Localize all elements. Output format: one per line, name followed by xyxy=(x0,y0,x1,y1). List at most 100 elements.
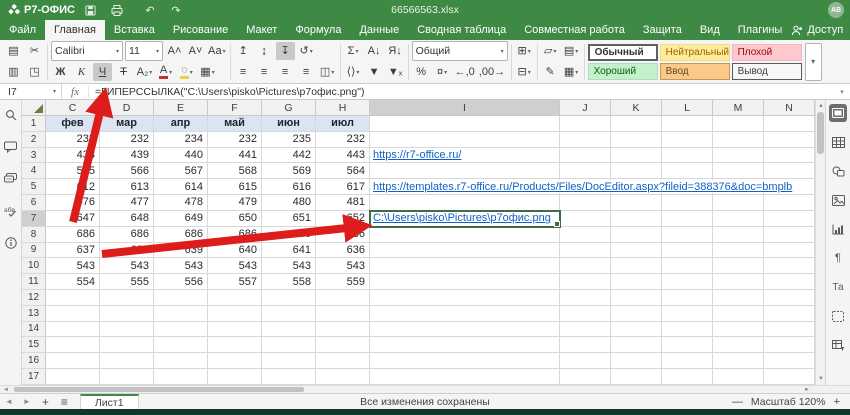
percent-style-button[interactable]: % xyxy=(412,63,431,81)
cell-N6[interactable] xyxy=(764,195,815,211)
cell-G5[interactable]: 616 xyxy=(262,179,316,195)
cell-M6[interactable] xyxy=(713,195,764,211)
cell-C14[interactable] xyxy=(46,322,100,338)
cell-E12[interactable] xyxy=(154,290,208,306)
filter-button[interactable]: ▼ xyxy=(365,63,384,81)
cell-N12[interactable] xyxy=(764,290,815,306)
select-all-button[interactable]: ◳ xyxy=(25,63,44,81)
cell-F15[interactable] xyxy=(208,337,262,353)
cell-D6[interactable]: 477 xyxy=(100,195,154,211)
cell-hyperlink[interactable]: https://templates.r7-office.ru/Products/… xyxy=(371,180,794,193)
column-header-n[interactable]: N xyxy=(764,100,815,116)
cell-F13[interactable] xyxy=(208,306,262,322)
cell-L11[interactable] xyxy=(662,274,713,290)
cell-K3[interactable] xyxy=(611,148,662,164)
cell-H15[interactable] xyxy=(316,337,370,353)
cell-L3[interactable] xyxy=(662,148,713,164)
clear-button[interactable]: ▱▾ xyxy=(541,42,560,60)
row-header-16[interactable]: 16 xyxy=(22,353,46,369)
cell-L2[interactable] xyxy=(662,132,713,148)
cell-F10[interactable]: 543 xyxy=(208,258,262,274)
menu-tab-home[interactable]: Главная xyxy=(45,20,105,40)
row-header-9[interactable]: 9 xyxy=(22,243,46,259)
cell-F8[interactable]: 686 xyxy=(208,227,262,243)
font-size-select[interactable]: 11▾ xyxy=(125,41,163,61)
cell-G6[interactable]: 480 xyxy=(262,195,316,211)
cell-N2[interactable] xyxy=(764,132,815,148)
cell-style-chip[interactable]: Ввод xyxy=(660,63,730,80)
row-header-2[interactable]: 2 xyxy=(22,132,46,148)
cell-H6[interactable]: 481 xyxy=(316,195,370,211)
cell-D2[interactable]: 232 xyxy=(100,132,154,148)
undo-button[interactable]: ↶ xyxy=(137,4,163,17)
cell-I3[interactable]: https://r7-office.ru/ xyxy=(370,148,560,164)
cell-K17[interactable] xyxy=(611,369,662,385)
cell-E7[interactable]: 649 xyxy=(154,211,208,227)
cell-C17[interactable] xyxy=(46,369,100,385)
menu-tab-plugins[interactable]: Плагины xyxy=(729,20,792,40)
previous-sheet-button[interactable]: ◄ xyxy=(0,397,18,406)
cell-J6[interactable] xyxy=(560,195,611,211)
cell-G8[interactable]: 686 xyxy=(262,227,316,243)
cell-E5[interactable]: 614 xyxy=(154,179,208,195)
paste-button[interactable]: ▤ xyxy=(4,42,23,60)
cell-C8[interactable]: 686 xyxy=(46,227,100,243)
cell-J2[interactable] xyxy=(560,132,611,148)
cell-N10[interactable] xyxy=(764,258,815,274)
cell-L4[interactable] xyxy=(662,163,713,179)
cell-E17[interactable] xyxy=(154,369,208,385)
cell-C5[interactable]: 612 xyxy=(46,179,100,195)
cell-D11[interactable]: 555 xyxy=(100,274,154,290)
cell-H14[interactable] xyxy=(316,322,370,338)
italic-button[interactable]: К xyxy=(72,63,91,81)
format-painter-button[interactable]: ✎ xyxy=(541,63,560,81)
cell-F11[interactable]: 557 xyxy=(208,274,262,290)
paragraph-settings-button[interactable]: ¶ xyxy=(829,249,847,267)
cell-F6[interactable]: 479 xyxy=(208,195,262,211)
cell-J7[interactable] xyxy=(560,211,611,227)
zoom-out-button[interactable]: — xyxy=(732,396,743,408)
cell-M11[interactable] xyxy=(713,274,764,290)
cell-F12[interactable] xyxy=(208,290,262,306)
cell-E2[interactable]: 234 xyxy=(154,132,208,148)
row-header-5[interactable]: 5 xyxy=(22,179,46,195)
row-header-17[interactable]: 17 xyxy=(22,369,46,385)
cell-E9[interactable]: 639 xyxy=(154,243,208,259)
cell-M12[interactable] xyxy=(713,290,764,306)
cell-C7[interactable]: 647 xyxy=(46,211,100,227)
cell-D12[interactable] xyxy=(100,290,154,306)
row-header-11[interactable]: 11 xyxy=(22,274,46,290)
cell-E8[interactable]: 686 xyxy=(154,227,208,243)
cell-J15[interactable] xyxy=(560,337,611,353)
menu-tab-protection[interactable]: Защита xyxy=(634,20,691,40)
cell-E11[interactable]: 556 xyxy=(154,274,208,290)
chart-settings-button[interactable] xyxy=(829,220,847,238)
comments-button[interactable] xyxy=(2,138,20,156)
cell-C11[interactable]: 554 xyxy=(46,274,100,290)
cell-E15[interactable] xyxy=(154,337,208,353)
expand-formula-bar-button[interactable]: ▾ xyxy=(834,88,850,96)
cell-K16[interactable] xyxy=(611,353,662,369)
about-button[interactable] xyxy=(2,234,20,252)
cell-H7[interactable]: 652 xyxy=(316,211,370,227)
cell-G17[interactable] xyxy=(262,369,316,385)
row-header-13[interactable]: 13 xyxy=(22,306,46,322)
cell-F2[interactable]: 232 xyxy=(208,132,262,148)
cell-G15[interactable] xyxy=(262,337,316,353)
cell-D1[interactable]: мар xyxy=(100,116,154,132)
cell-I7[interactable]: C:\Users\pisko\Pictures\p7офис.png xyxy=(370,211,560,227)
cell-J3[interactable] xyxy=(560,148,611,164)
column-header-c[interactable]: C xyxy=(46,100,100,116)
cell-N1[interactable] xyxy=(764,116,815,132)
cell-K6[interactable] xyxy=(611,195,662,211)
bold-button[interactable]: Ж xyxy=(51,63,70,81)
menu-tab-insert[interactable]: Вставка xyxy=(105,20,164,40)
cell-G9[interactable]: 641 xyxy=(262,243,316,259)
cell-C6[interactable]: 476 xyxy=(46,195,100,211)
currency-style-button[interactable]: ¤▾ xyxy=(433,63,452,81)
cell-G14[interactable] xyxy=(262,322,316,338)
cell-E3[interactable]: 440 xyxy=(154,148,208,164)
cut-button[interactable]: ✂ xyxy=(25,42,44,60)
cell-H8[interactable]: 686 xyxy=(316,227,370,243)
cell-J14[interactable] xyxy=(560,322,611,338)
